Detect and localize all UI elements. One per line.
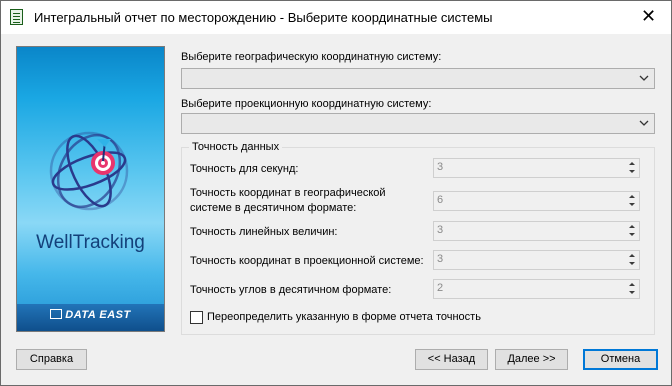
company-name: DATA EAST <box>65 309 131 321</box>
override-accuracy-checkbox[interactable] <box>190 311 203 324</box>
dialog-body: WellTracking DATA EAST Выберите географи… <box>1 34 671 385</box>
spinner-arrows-icon[interactable] <box>625 251 639 269</box>
proj-accuracy-label: Точность координат в проекционной систем… <box>190 255 424 267</box>
close-button[interactable]: ✕ <box>626 1 671 34</box>
spinner-arrows-icon[interactable] <box>625 222 639 240</box>
spinner-value: 3 <box>437 253 444 265</box>
cancel-button[interactable]: Отмена <box>583 349 658 370</box>
dialog-window: Интегральный отчет по месторождению - Вы… <box>0 0 672 386</box>
geo-decimal-accuracy-label-line2: системе в десятичном формате: <box>190 202 357 214</box>
data-east-mark-icon <box>50 309 63 319</box>
window-title: Интегральный отчет по месторождению - Вы… <box>34 10 493 25</box>
linear-accuracy-label: Точность линейных величин: <box>190 226 338 238</box>
chevron-down-icon <box>639 75 649 81</box>
override-accuracy-label[interactable]: Переопределить указанную в форме отчета … <box>207 311 481 323</box>
geo-system-select[interactable] <box>181 68 655 89</box>
next-button[interactable]: Далее >> <box>495 349 568 370</box>
spinner-arrows-icon[interactable] <box>625 159 639 177</box>
spinner-arrows-icon[interactable] <box>625 280 639 298</box>
geo-decimal-accuracy-spinner[interactable]: 6 <box>433 191 640 211</box>
angle-accuracy-spinner[interactable]: 2 <box>433 279 640 299</box>
chevron-down-icon <box>639 120 649 126</box>
company-logo: DATA EAST <box>17 309 164 321</box>
spinner-value: 2 <box>437 282 444 294</box>
spinner-arrows-icon[interactable] <box>625 192 639 210</box>
document-icon <box>10 9 23 25</box>
seconds-accuracy-label: Точность для секунд: <box>190 163 299 175</box>
geo-system-label: Выберите географическую координатную сис… <box>181 51 442 63</box>
help-button[interactable]: Справка <box>16 349 87 370</box>
globe-target-icon <box>49 131 129 211</box>
spinner-value: 6 <box>437 194 444 206</box>
geo-decimal-accuracy-label-line1: Точность координат в географической <box>190 187 386 199</box>
linear-accuracy-spinner[interactable]: 3 <box>433 221 640 241</box>
proj-accuracy-spinner[interactable]: 3 <box>433 250 640 270</box>
spinner-value: 3 <box>437 224 444 236</box>
brand-name: WellTracking <box>36 232 145 253</box>
proj-system-select[interactable] <box>181 113 655 134</box>
title-bar[interactable]: Интегральный отчет по месторождению - Вы… <box>1 1 671 34</box>
back-button[interactable]: << Назад <box>415 349 488 370</box>
proj-system-label: Выберите проекционную координатную систе… <box>181 98 432 110</box>
spinner-value: 3 <box>437 161 444 173</box>
angle-accuracy-label: Точность углов в десятичном формате: <box>190 284 392 296</box>
accuracy-group-title: Точность данных <box>189 141 283 153</box>
welltracking-banner: WellTracking DATA EAST <box>16 46 165 332</box>
seconds-accuracy-spinner[interactable]: 3 <box>433 158 640 178</box>
